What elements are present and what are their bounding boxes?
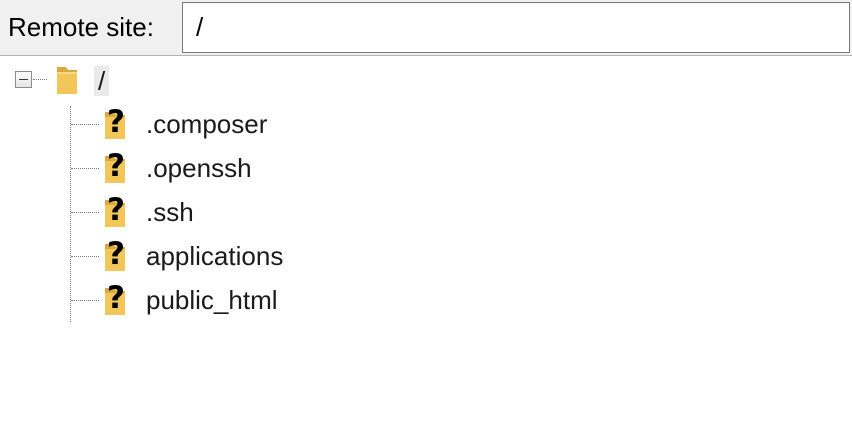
tree-folder-item[interactable]: ? .openssh — [100, 148, 400, 186]
unknown-folder-icon: ? — [102, 280, 128, 316]
tree-connector — [70, 106, 71, 322]
tree-connector — [71, 124, 99, 125]
tree-connector — [71, 256, 99, 257]
tree-folder-label: applications — [146, 241, 284, 271]
question-mark-icon: ? — [107, 104, 125, 140]
collapse-toggle-icon[interactable] — [15, 71, 32, 88]
unknown-folder-icon: ? — [102, 148, 128, 184]
tree-folder-item[interactable]: ? .ssh — [100, 192, 400, 230]
unknown-folder-icon: ? — [102, 236, 128, 272]
question-mark-icon: ? — [107, 280, 125, 316]
tree-connector — [71, 168, 99, 169]
remote-site-label: Remote site: — [8, 12, 154, 42]
tree-connector — [71, 212, 99, 213]
tree-folder-label: public_html — [146, 285, 278, 315]
unknown-folder-icon: ? — [102, 104, 128, 140]
remote-site-bar: Remote site: — [0, 0, 852, 56]
unknown-folder-icon: ? — [102, 192, 128, 228]
tree-root-folder[interactable]: / — [94, 66, 110, 96]
tree-folder-item[interactable]: ? applications — [100, 236, 400, 274]
question-mark-icon: ? — [107, 236, 125, 272]
tree-folder-item[interactable]: ? public_html — [100, 280, 400, 318]
folder-icon — [54, 63, 80, 95]
question-mark-icon: ? — [107, 148, 125, 184]
remote-path-input[interactable] — [182, 2, 850, 53]
remote-directory-tree: / ? .composer? .openssh? .ssh? applications?… — [0, 56, 852, 432]
tree-folder-item[interactable]: ? .composer — [100, 104, 400, 142]
tree-folder-label: .openssh — [146, 153, 252, 183]
question-mark-icon: ? — [107, 192, 125, 228]
tree-folder-label: .composer — [146, 109, 268, 139]
tree-folder-label: .ssh — [146, 197, 194, 227]
tree-connector — [71, 300, 99, 301]
tree-connector — [33, 79, 47, 80]
